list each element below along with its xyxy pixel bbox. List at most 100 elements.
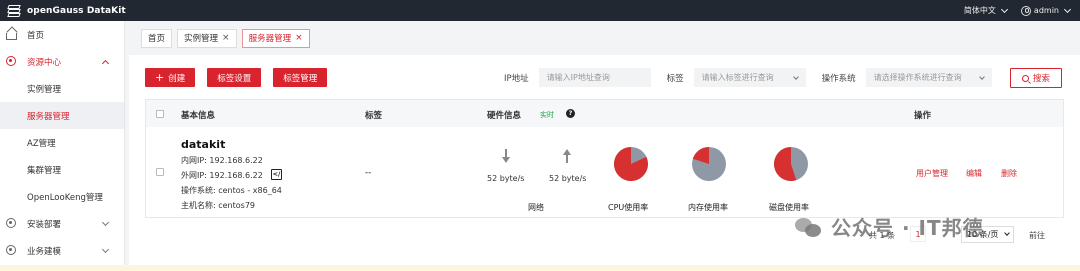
tab-server-management[interactable]: 服务器管理 × bbox=[241, 28, 310, 48]
os-filter-label: 操作系统 bbox=[821, 73, 856, 84]
user-name: admin bbox=[1033, 6, 1059, 15]
ip-placeholder: 请输入IP地址查询 bbox=[546, 73, 610, 82]
tag-search-select[interactable]: 请输入标签进行查询 bbox=[693, 68, 806, 87]
sidebar-item-openlookeng-management[interactable]: OpenLooKeng管理 bbox=[0, 183, 124, 210]
tag-settings-label: 标签设置 bbox=[217, 73, 252, 84]
sidebar-item-az-management[interactable]: AZ管理 bbox=[0, 129, 124, 156]
user-menu[interactable]: admin bbox=[1020, 5, 1072, 16]
sidebar-item-label: 服务器管理 bbox=[27, 111, 70, 122]
copy-icon[interactable]: </ bbox=[271, 169, 282, 180]
sidebar-item-label: 安装部署 bbox=[27, 219, 62, 230]
tab-home[interactable]: 首页 bbox=[141, 28, 173, 48]
internal-ip: 内网IP: 192.168.6.22 bbox=[181, 156, 263, 165]
cpu-usage-label: CPU使用率 bbox=[608, 203, 649, 212]
cpu-usage-pie bbox=[614, 147, 648, 181]
sidebar-item-resource-center[interactable]: 资源中心 bbox=[0, 48, 124, 75]
sidebar-item-label: 首页 bbox=[27, 30, 45, 41]
sidebar-item-label: 业务建模 bbox=[27, 246, 62, 257]
wechat-logo-icon bbox=[795, 216, 823, 238]
search-button[interactable]: 搜索 bbox=[1010, 68, 1062, 88]
sidebar-item-install-deploy[interactable]: 安装部署 bbox=[0, 210, 124, 237]
watermark: 公众号 · IT邦德 bbox=[795, 212, 984, 241]
tags-value: -- bbox=[365, 168, 372, 178]
chevron-up-icon bbox=[101, 59, 110, 68]
realtime-toggle[interactable]: 实时 bbox=[540, 110, 554, 120]
gear-icon bbox=[6, 218, 16, 228]
network-label: 网络 bbox=[528, 203, 544, 212]
top-bar: openGauss DataKit 简体中文 admin bbox=[0, 0, 1080, 21]
col-hardware: 硬件信息 bbox=[487, 111, 522, 121]
page-tabs: 首页 实例管理 × 服务器管理 × bbox=[129, 21, 1080, 55]
memory-usage-label: 内存使用率 bbox=[688, 203, 728, 212]
language-label: 简体中文 bbox=[963, 6, 996, 15]
sidebar-item-cluster-management[interactable]: 集群管理 bbox=[0, 156, 124, 183]
sidebar-item-business-modeling[interactable]: 业务建模 bbox=[0, 237, 124, 264]
chevron-down-icon bbox=[1004, 230, 1011, 236]
sidebar-item-instance-management[interactable]: 实例管理 bbox=[0, 75, 124, 102]
row-checkbox[interactable] bbox=[156, 168, 164, 176]
app-logo[interactable]: openGauss DataKit bbox=[0, 4, 126, 18]
ip-filter-label: IP地址 bbox=[504, 73, 529, 84]
chevron-down-icon bbox=[101, 245, 110, 254]
sidebar-item-label: AZ管理 bbox=[27, 138, 56, 149]
chevron-down-icon bbox=[978, 73, 985, 80]
close-icon[interactable]: × bbox=[222, 33, 230, 43]
user-management-link[interactable]: 用户管理 bbox=[916, 168, 948, 179]
search-icon bbox=[1021, 74, 1029, 82]
plus-icon: + bbox=[155, 71, 165, 84]
sidebar: 首页 资源中心 实例管理 服务器管理 AZ管理 集群管理 OpenLooKeng… bbox=[0, 21, 125, 271]
search-button-label: 搜索 bbox=[1032, 74, 1050, 84]
ip-search-input[interactable]: 请输入IP地址查询 bbox=[538, 68, 651, 87]
create-button[interactable]: + 创建 bbox=[145, 68, 196, 87]
download-arrow-icon bbox=[501, 149, 511, 163]
external-ip: 外网IP: 192.168.6.22 bbox=[181, 171, 263, 180]
col-operations: 操作 bbox=[914, 111, 932, 121]
stack-logo-icon bbox=[7, 4, 21, 18]
tag-manage-button[interactable]: 标签管理 bbox=[273, 68, 328, 87]
chevron-down-icon bbox=[792, 73, 799, 80]
delete-link[interactable]: 删除 bbox=[1001, 168, 1017, 179]
chevron-down-icon bbox=[1063, 5, 1072, 13]
tag-manage-label: 标签管理 bbox=[283, 73, 318, 84]
table-row: datakit 内网IP: 192.168.6.22 外网IP: 192.168… bbox=[146, 127, 1063, 217]
gear-icon bbox=[6, 56, 16, 66]
sidebar-item-label: OpenLooKeng管理 bbox=[27, 192, 103, 203]
sidebar-item-server-management[interactable]: 服务器管理 bbox=[0, 102, 124, 129]
sidebar-item-label: 实例管理 bbox=[27, 84, 62, 95]
tag-placeholder: 请输入标签进行查询 bbox=[701, 73, 774, 82]
close-icon[interactable]: × bbox=[295, 33, 303, 43]
language-select[interactable]: 简体中文 bbox=[963, 5, 1008, 16]
goto-label: 前往 bbox=[1029, 231, 1045, 240]
filter-bar: IP地址 请输入IP地址查询 标签 请输入标签进行查询 操作系统 请选择操作系统… bbox=[504, 68, 1008, 87]
tab-instance-management[interactable]: 实例管理 × bbox=[177, 28, 237, 48]
watermark-text: 公众号 · IT邦德 bbox=[831, 216, 984, 240]
os-select[interactable]: 请选择操作系统进行查询 bbox=[865, 68, 992, 87]
tab-label: 首页 bbox=[148, 34, 166, 44]
memory-usage-pie bbox=[692, 147, 726, 181]
app-title: openGauss DataKit bbox=[27, 5, 126, 16]
tag-settings-button[interactable]: 标签设置 bbox=[207, 68, 262, 87]
tab-label: 服务器管理 bbox=[248, 34, 292, 44]
tag-filter-label: 标签 bbox=[666, 73, 684, 84]
download-rate: 52 byte/s bbox=[487, 174, 525, 183]
col-tags: 标签 bbox=[365, 111, 383, 121]
tab-label: 实例管理 bbox=[184, 34, 219, 44]
chevron-down-icon bbox=[101, 218, 110, 227]
host-name-info: 主机名称: centos79 bbox=[181, 201, 256, 210]
toolbar: + 创建 标签设置 标签管理 bbox=[145, 68, 328, 87]
disk-usage-pie bbox=[774, 147, 808, 181]
upload-rate: 52 byte/s bbox=[549, 174, 587, 183]
sidebar-item-home[interactable]: 首页 bbox=[0, 21, 124, 48]
help-icon[interactable]: ? bbox=[566, 109, 575, 118]
home-icon bbox=[6, 33, 17, 40]
sidebar-item-label: 资源中心 bbox=[27, 57, 62, 68]
user-icon bbox=[1020, 5, 1031, 16]
edit-link[interactable]: 编辑 bbox=[966, 168, 982, 179]
sidebar-item-label: 集群管理 bbox=[27, 165, 62, 176]
upload-arrow-icon bbox=[562, 149, 572, 163]
select-all-checkbox[interactable] bbox=[156, 110, 164, 118]
gear-icon bbox=[6, 245, 16, 255]
server-hostname: datakit bbox=[181, 138, 226, 151]
create-button-label: 创建 bbox=[168, 73, 186, 84]
os-placeholder: 请选择操作系统进行查询 bbox=[873, 73, 962, 82]
